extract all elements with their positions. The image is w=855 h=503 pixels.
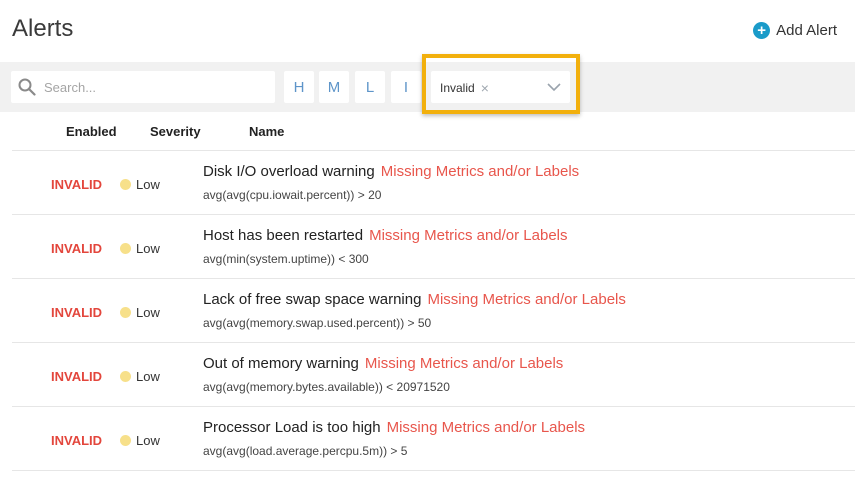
alert-error: Missing Metrics and/or Labels xyxy=(386,419,586,436)
add-alert-button[interactable]: + Add Alert xyxy=(753,22,837,39)
alert-expression: avg(avg(cpu.iowait.percent)) > 20 xyxy=(203,188,382,202)
severity-filter-medium[interactable]: M xyxy=(319,71,349,103)
plus-circle-icon: + xyxy=(753,22,771,39)
add-alert-label: Add Alert xyxy=(776,22,837,39)
alert-title[interactable]: Disk I/O overload warning xyxy=(203,163,375,180)
table-bottom-divider xyxy=(12,470,855,471)
search-box[interactable] xyxy=(11,71,275,103)
alert-error: Missing Metrics and/or Labels xyxy=(380,163,580,180)
alert-error: Missing Metrics and/or Labels xyxy=(427,291,626,308)
severity-label: Low xyxy=(136,305,160,320)
severity-indicator: Low xyxy=(120,177,160,192)
severity-label: Low xyxy=(136,369,160,384)
alert-expression: avg(min(system.uptime)) < 300 xyxy=(203,252,369,266)
alert-name: Lack of free swap space warning Missing M… xyxy=(203,291,626,308)
alert-title[interactable]: Lack of free swap space warning xyxy=(203,291,421,308)
severity-indicator: Low xyxy=(120,241,160,256)
alert-expression: avg(avg(memory.bytes.available)) < 20971… xyxy=(203,380,450,394)
severity-label: Low xyxy=(136,241,160,256)
severity-label: Low xyxy=(136,177,160,192)
severity-dot-icon xyxy=(120,435,131,446)
severity-filter-low[interactable]: L xyxy=(355,71,385,103)
alert-expression: avg(avg(memory.swap.used.percent)) > 50 xyxy=(203,316,432,330)
column-header-severity[interactable]: Severity xyxy=(150,124,201,139)
severity-dot-icon xyxy=(120,179,131,190)
alert-expression: avg(avg(load.average.percpu.5m)) > 5 xyxy=(203,444,408,458)
alert-name: Host has been restarted Missing Metrics a… xyxy=(203,227,568,244)
search-icon xyxy=(18,78,36,96)
alert-title[interactable]: Host has been restarted xyxy=(203,227,363,244)
column-header-enabled[interactable]: Enabled xyxy=(66,124,117,139)
status-label: INVALID xyxy=(51,305,103,320)
alert-title[interactable]: Out of memory warning xyxy=(203,355,359,372)
alert-row[interactable]: INVALID Low Processor Load is too high Mi… xyxy=(12,406,855,471)
severity-indicator: Low xyxy=(120,305,160,320)
alert-error: Missing Metrics and/or Labels xyxy=(364,355,564,372)
alert-error: Missing Metrics and/or Labels xyxy=(369,227,568,244)
status-label: INVALID xyxy=(51,241,103,256)
severity-dot-icon xyxy=(120,243,131,254)
column-header-name[interactable]: Name xyxy=(249,124,284,139)
status-label: INVALID xyxy=(51,433,103,448)
severity-filter-high[interactable]: H xyxy=(284,71,314,103)
alert-row[interactable]: INVALID Low Lack of free swap space warn… xyxy=(12,278,855,343)
status-label: INVALID xyxy=(51,177,103,192)
status-label: INVALID xyxy=(51,369,103,384)
alert-name: Processor Load is too high Missing Metric… xyxy=(203,419,585,436)
alert-name: Disk I/O overload warning Missing Metrics… xyxy=(203,163,579,180)
alert-row[interactable]: INVALID Low Disk I/O overload warning Mis… xyxy=(12,150,855,215)
severity-dot-icon xyxy=(120,371,131,382)
severity-dot-icon xyxy=(120,307,131,318)
alert-row[interactable]: INVALID Low Out of memory warning Missing… xyxy=(12,342,855,407)
severity-indicator: Low xyxy=(120,369,160,384)
severity-label: Low xyxy=(136,433,160,448)
search-input[interactable] xyxy=(42,78,266,96)
severity-filter-info[interactable]: I xyxy=(391,71,421,103)
highlight-box xyxy=(422,54,580,114)
alert-name: Out of memory warning Missing Metrics and… xyxy=(203,355,563,372)
alert-title[interactable]: Processor Load is too high xyxy=(203,419,381,436)
alert-row[interactable]: INVALID Low Host has been restarted Missi… xyxy=(12,214,855,279)
page-title: Alerts xyxy=(12,15,74,42)
severity-indicator: Low xyxy=(120,433,160,448)
